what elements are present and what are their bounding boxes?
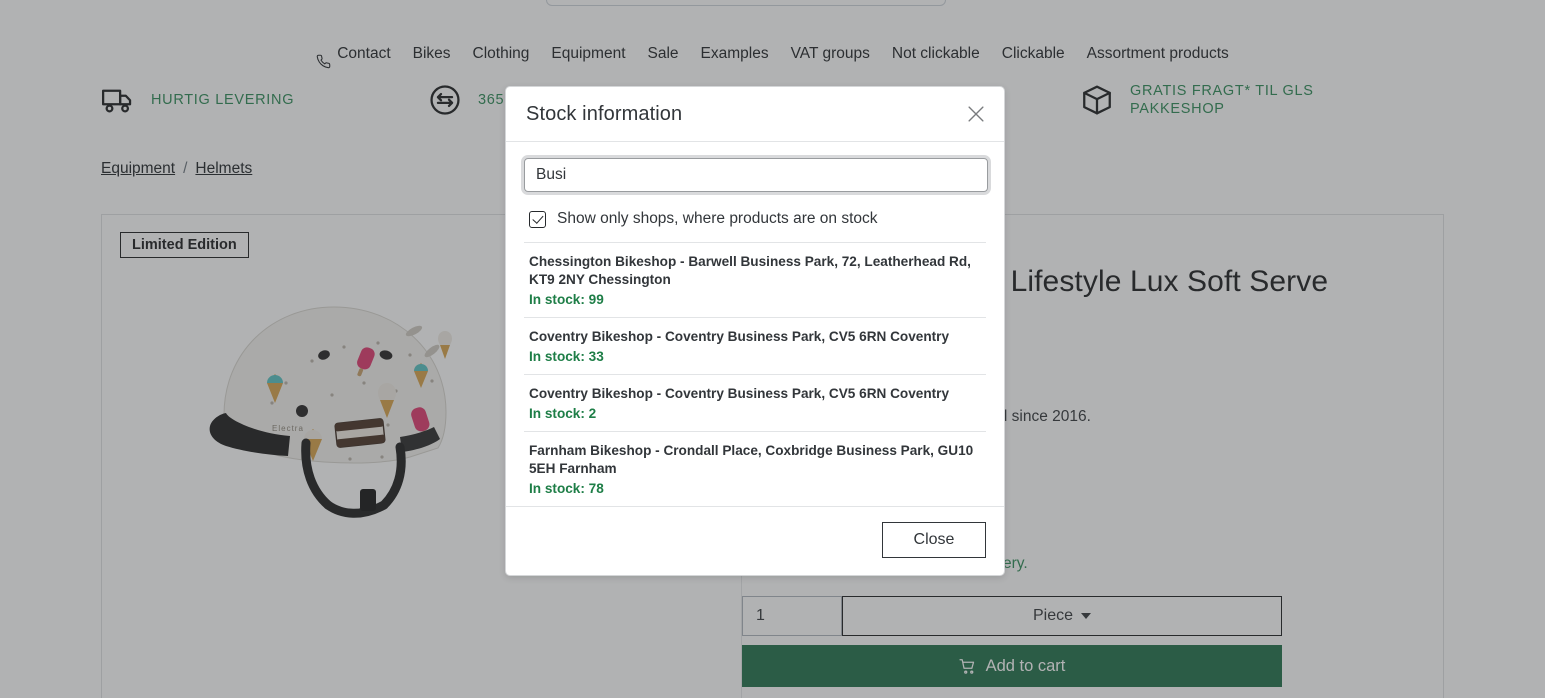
shop-search-input[interactable] bbox=[521, 155, 991, 195]
modal-footer: Close bbox=[506, 505, 1004, 575]
list-item[interactable]: Coventry Bikeshop - Coventry Business Pa… bbox=[524, 318, 986, 375]
stock-information-modal: Stock information Show only shops, where… bbox=[505, 86, 1005, 576]
checkbox-checked-icon bbox=[529, 210, 546, 228]
list-item[interactable]: Chessington Bikeshop - Barwell Business … bbox=[524, 243, 986, 318]
shop-name: Coventry Bikeshop - Coventry Business Pa… bbox=[529, 385, 950, 401]
shop-stock: In stock: 33 bbox=[529, 348, 604, 364]
modal-title: Stock information bbox=[526, 103, 683, 125]
shop-name: Chessington Bikeshop - Barwell Business … bbox=[529, 254, 971, 287]
shop-stock: In stock: 78 bbox=[529, 480, 604, 496]
shop-name: Farnham Bikeshop - Crondall Place, Coxbr… bbox=[529, 442, 974, 476]
close-button[interactable]: Close bbox=[882, 521, 986, 558]
shop-stock: In stock: 99 bbox=[529, 291, 604, 307]
close-icon[interactable] bbox=[965, 103, 987, 125]
modal-header: Stock information bbox=[506, 87, 1004, 142]
list-item[interactable]: Coventry Bikeshop - Coventry Business Pa… bbox=[524, 375, 986, 432]
checkbox-label: Show only shops, where products are on s… bbox=[557, 210, 878, 227]
modal-body: Show only shops, where products are on s… bbox=[506, 142, 1004, 506]
shop-results-list: Chessington Bikeshop - Barwell Business … bbox=[524, 242, 986, 506]
shop-stock: In stock: 2 bbox=[529, 405, 597, 421]
list-item[interactable]: Farnham Bikeshop - Crondall Place, Coxbr… bbox=[524, 432, 986, 506]
shop-name: Coventry Bikeshop - Coventry Business Pa… bbox=[529, 328, 950, 344]
show-only-in-stock-checkbox[interactable]: Show only shops, where products are on s… bbox=[524, 210, 986, 242]
page-root: Contact Bikes Clothing Equipment Sale Ex… bbox=[0, 0, 1545, 698]
